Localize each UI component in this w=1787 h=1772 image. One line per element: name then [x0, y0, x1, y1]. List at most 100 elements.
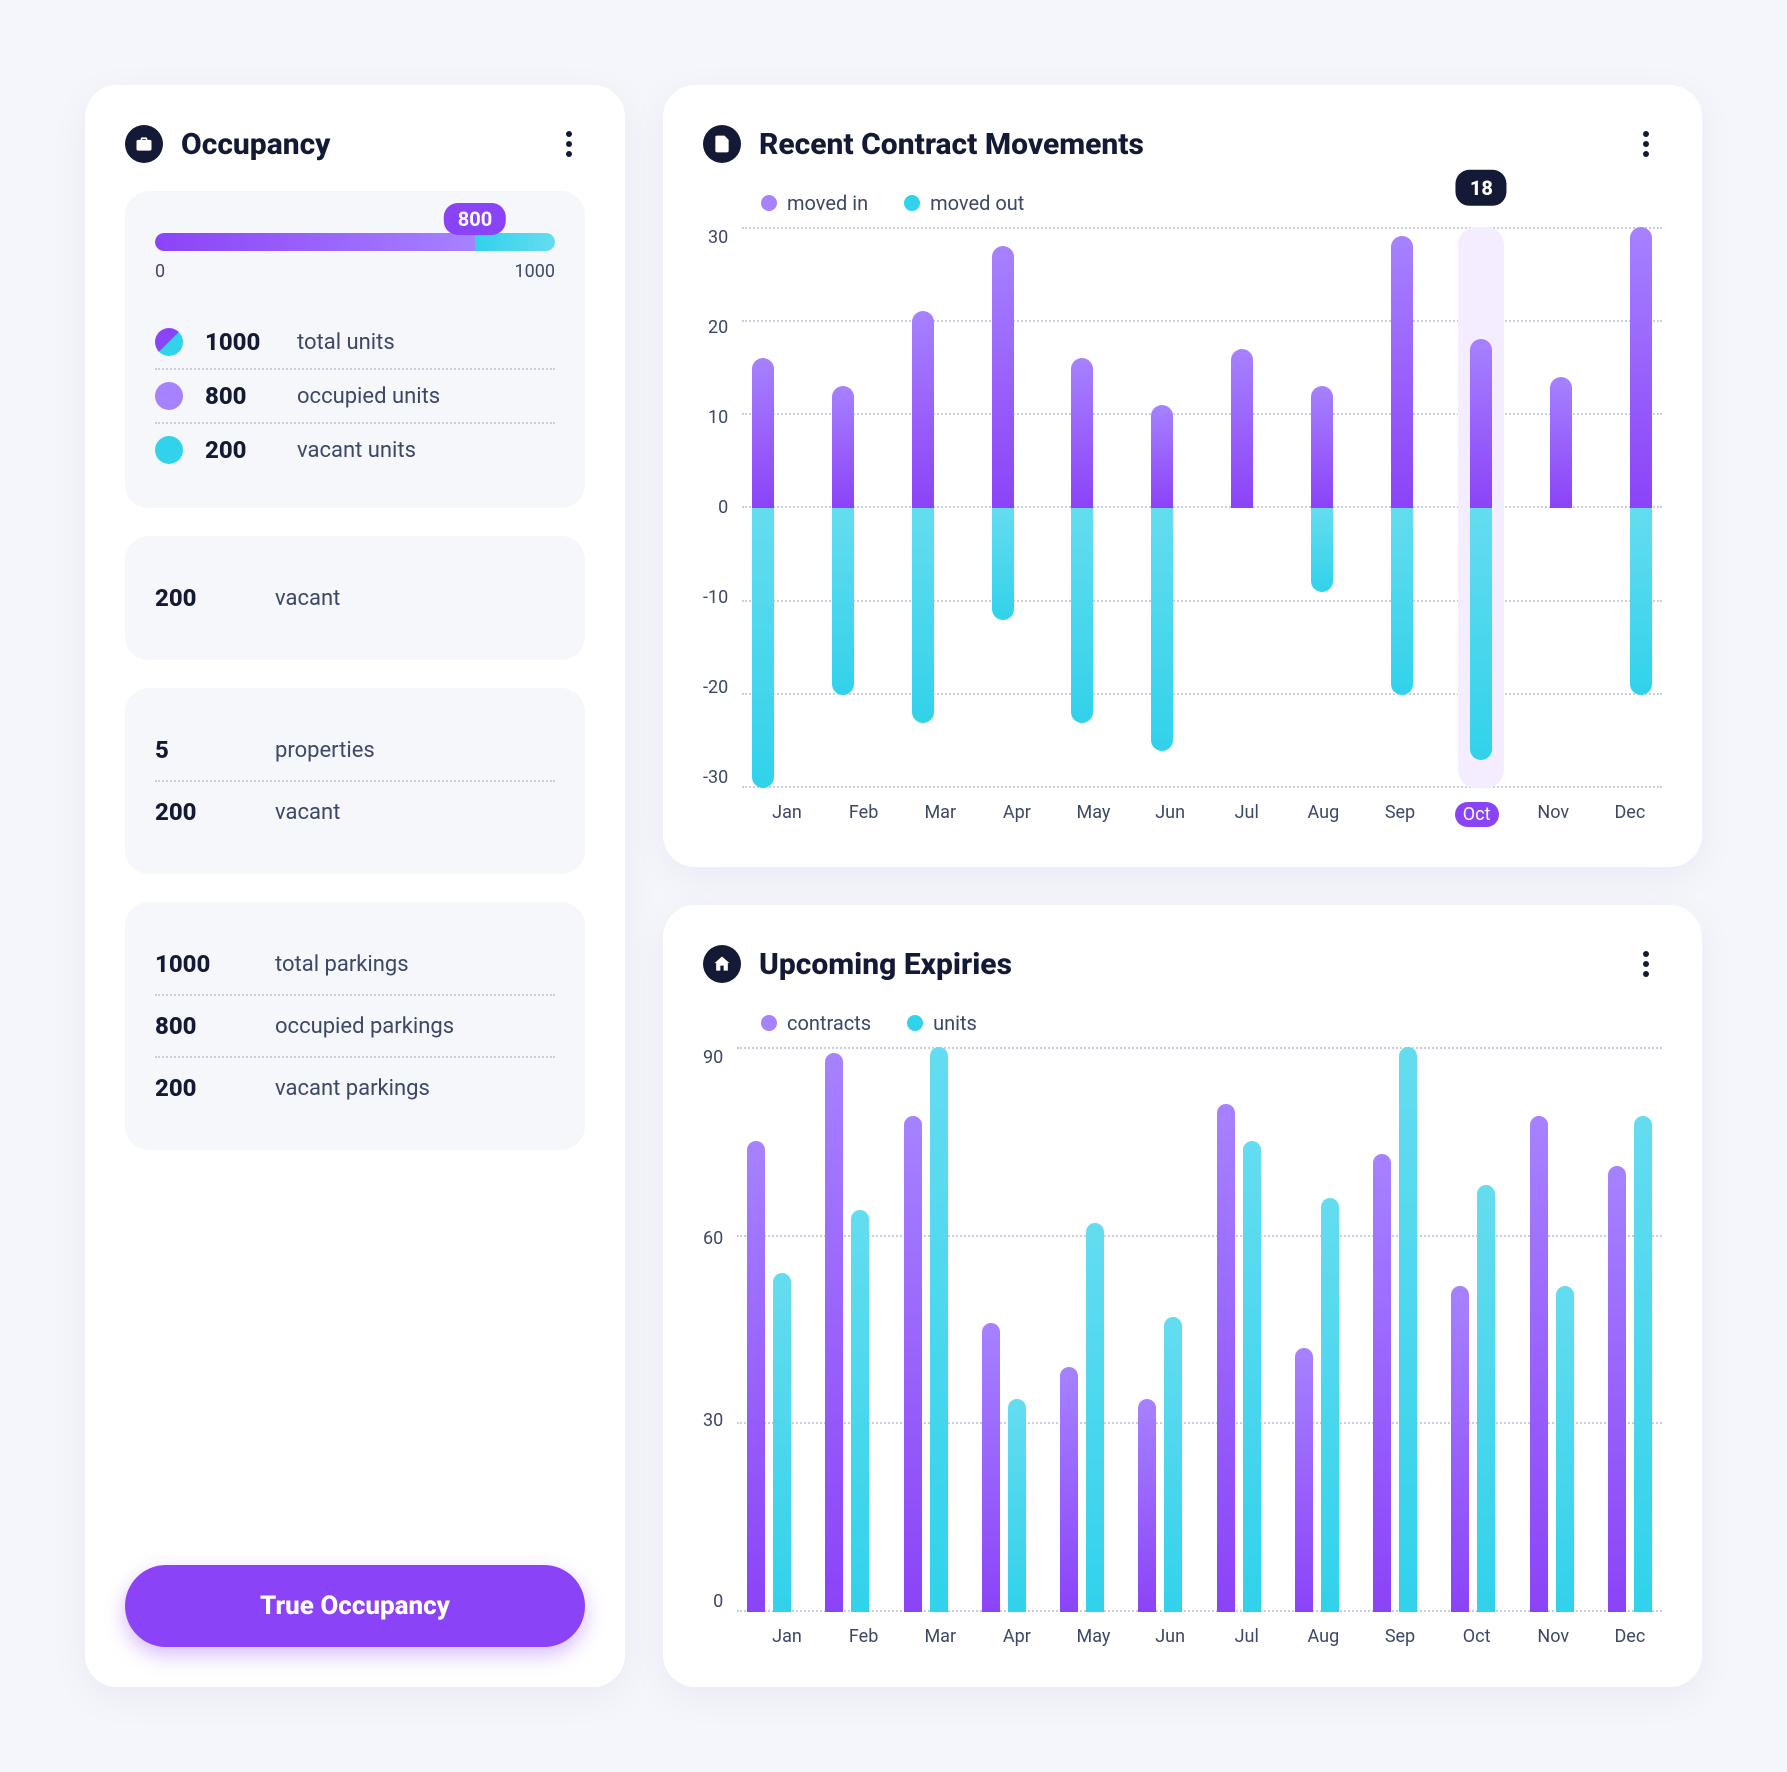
- x-tick: Dec: [1608, 802, 1652, 827]
- stat-label: vacant: [275, 586, 340, 611]
- movements-plot[interactable]: 18: [742, 227, 1662, 788]
- bar-group[interactable]: [752, 227, 774, 788]
- bar-group[interactable]: [1530, 1047, 1574, 1612]
- x-tick: Jan: [765, 1626, 809, 1647]
- stat-value: 200: [155, 1074, 235, 1102]
- bar-group[interactable]: [1630, 227, 1652, 788]
- legend-dot-icon: [761, 1015, 777, 1031]
- bar-group[interactable]: [1550, 227, 1572, 788]
- briefcase-icon: [125, 125, 163, 163]
- bar-group[interactable]: [747, 1047, 791, 1612]
- x-tick: Oct: [1455, 1626, 1499, 1647]
- bar-group[interactable]: [1295, 1047, 1339, 1612]
- swatch-vacant-icon: [155, 436, 183, 464]
- bar-group[interactable]: [832, 227, 854, 788]
- occupancy-summary: 800 0 1000 1000 total units: [125, 191, 585, 508]
- progress-badge: 800: [444, 203, 506, 235]
- x-tick: Aug: [1301, 1626, 1345, 1647]
- x-tick: Jun: [1148, 802, 1192, 827]
- progress-bar: [155, 233, 555, 251]
- legend-dot-icon: [907, 1015, 923, 1031]
- swatch-total-icon: [155, 328, 183, 356]
- movements-card: Recent Contract Movements moved in moved…: [663, 85, 1702, 867]
- bar-group[interactable]: [1151, 227, 1173, 788]
- movements-x-axis: JanFebMarAprMayJunJulAugSepOctNovDec: [703, 788, 1662, 827]
- x-tick: Dec: [1608, 1626, 1652, 1647]
- movements-more-button[interactable]: [1630, 128, 1662, 160]
- stat-label: occupied units: [297, 384, 440, 409]
- bar-group[interactable]: [1071, 227, 1093, 788]
- x-tick: Jun: [1148, 1626, 1192, 1647]
- x-tick: Mar: [918, 802, 962, 827]
- bar-group[interactable]: [982, 1047, 1026, 1612]
- bar-group[interactable]: [825, 1047, 869, 1612]
- stat-label: vacant parkings: [275, 1076, 430, 1101]
- x-tick: Apr: [995, 1626, 1039, 1647]
- x-tick: Oct: [1455, 802, 1499, 827]
- bar-group[interactable]: [1138, 1047, 1182, 1612]
- x-tick: Mar: [918, 1626, 962, 1647]
- stat-value: 200: [155, 798, 235, 826]
- x-tick: Sep: [1378, 1626, 1422, 1647]
- stat-label: vacant units: [297, 438, 416, 463]
- x-tick: Aug: [1301, 802, 1345, 827]
- occupancy-more-button[interactable]: [553, 128, 585, 160]
- stat-value: 800: [155, 1012, 235, 1040]
- x-tick: Nov: [1531, 1626, 1575, 1647]
- legend-dot-icon: [904, 195, 920, 211]
- bar-group[interactable]: [1311, 227, 1333, 788]
- chart-tooltip: 18: [1456, 170, 1507, 206]
- legend-label: units: [933, 1011, 977, 1035]
- stat-value: 800: [205, 382, 275, 410]
- expiries-plot[interactable]: [737, 1047, 1662, 1612]
- expiries-x-axis: JanFebMarAprMayJunJulAugSepOctNovDec: [703, 1612, 1662, 1647]
- bar-group[interactable]: 18: [1470, 227, 1492, 788]
- occupancy-card: Occupancy 800 0 1000: [85, 85, 625, 1687]
- stat-label: total units: [297, 330, 395, 355]
- legend-label: moved in: [787, 191, 868, 215]
- expiries-more-button[interactable]: [1630, 948, 1662, 980]
- stat-label: occupied parkings: [275, 1014, 454, 1039]
- bar-group[interactable]: [1451, 1047, 1495, 1612]
- bar-group[interactable]: [912, 227, 934, 788]
- stat-value: 200: [205, 436, 275, 464]
- bar-group[interactable]: [1608, 1047, 1652, 1612]
- bar-group[interactable]: [1373, 1047, 1417, 1612]
- house-icon: [703, 945, 741, 983]
- expiries-y-axis: 9060300: [703, 1047, 737, 1612]
- bar-group[interactable]: [1217, 1047, 1261, 1612]
- x-tick: May: [1072, 802, 1116, 827]
- expiries-title: Upcoming Expiries: [759, 947, 1612, 982]
- document-icon: [703, 125, 741, 163]
- movements-y-axis: 3020100-10-20-30: [703, 227, 742, 788]
- occupancy-title: Occupancy: [181, 127, 535, 162]
- progress-vacant: [475, 233, 555, 251]
- true-occupancy-button[interactable]: True Occupancy: [125, 1565, 585, 1647]
- stat-label: total parkings: [275, 952, 409, 977]
- bar-group[interactable]: [904, 1047, 948, 1612]
- legend-label: contracts: [787, 1011, 871, 1035]
- bar-group[interactable]: [1231, 227, 1253, 788]
- x-tick: Nov: [1531, 802, 1575, 827]
- bar-group[interactable]: [1060, 1047, 1104, 1612]
- x-tick: Jul: [1225, 1626, 1269, 1647]
- bar-group[interactable]: [1391, 227, 1413, 788]
- bar-group[interactable]: [992, 227, 1014, 788]
- stat-value: 5: [155, 736, 235, 764]
- x-tick: Jan: [765, 802, 809, 827]
- legend-label: moved out: [930, 191, 1024, 215]
- stat-value: 200: [155, 584, 235, 612]
- x-tick: Apr: [995, 802, 1039, 827]
- x-tick: Sep: [1378, 802, 1422, 827]
- stat-label: vacant: [275, 800, 340, 825]
- stat-label: properties: [275, 738, 375, 763]
- legend-dot-icon: [761, 195, 777, 211]
- stat-value: 1000: [205, 328, 275, 356]
- stat-value: 1000: [155, 950, 235, 978]
- expiries-card: Upcoming Expiries contracts units 906030…: [663, 905, 1702, 1687]
- x-tick: Jul: [1225, 802, 1269, 827]
- x-tick: May: [1072, 1626, 1116, 1647]
- progress-max: 1000: [515, 261, 555, 282]
- progress-min: 0: [155, 261, 165, 282]
- swatch-occupied-icon: [155, 382, 183, 410]
